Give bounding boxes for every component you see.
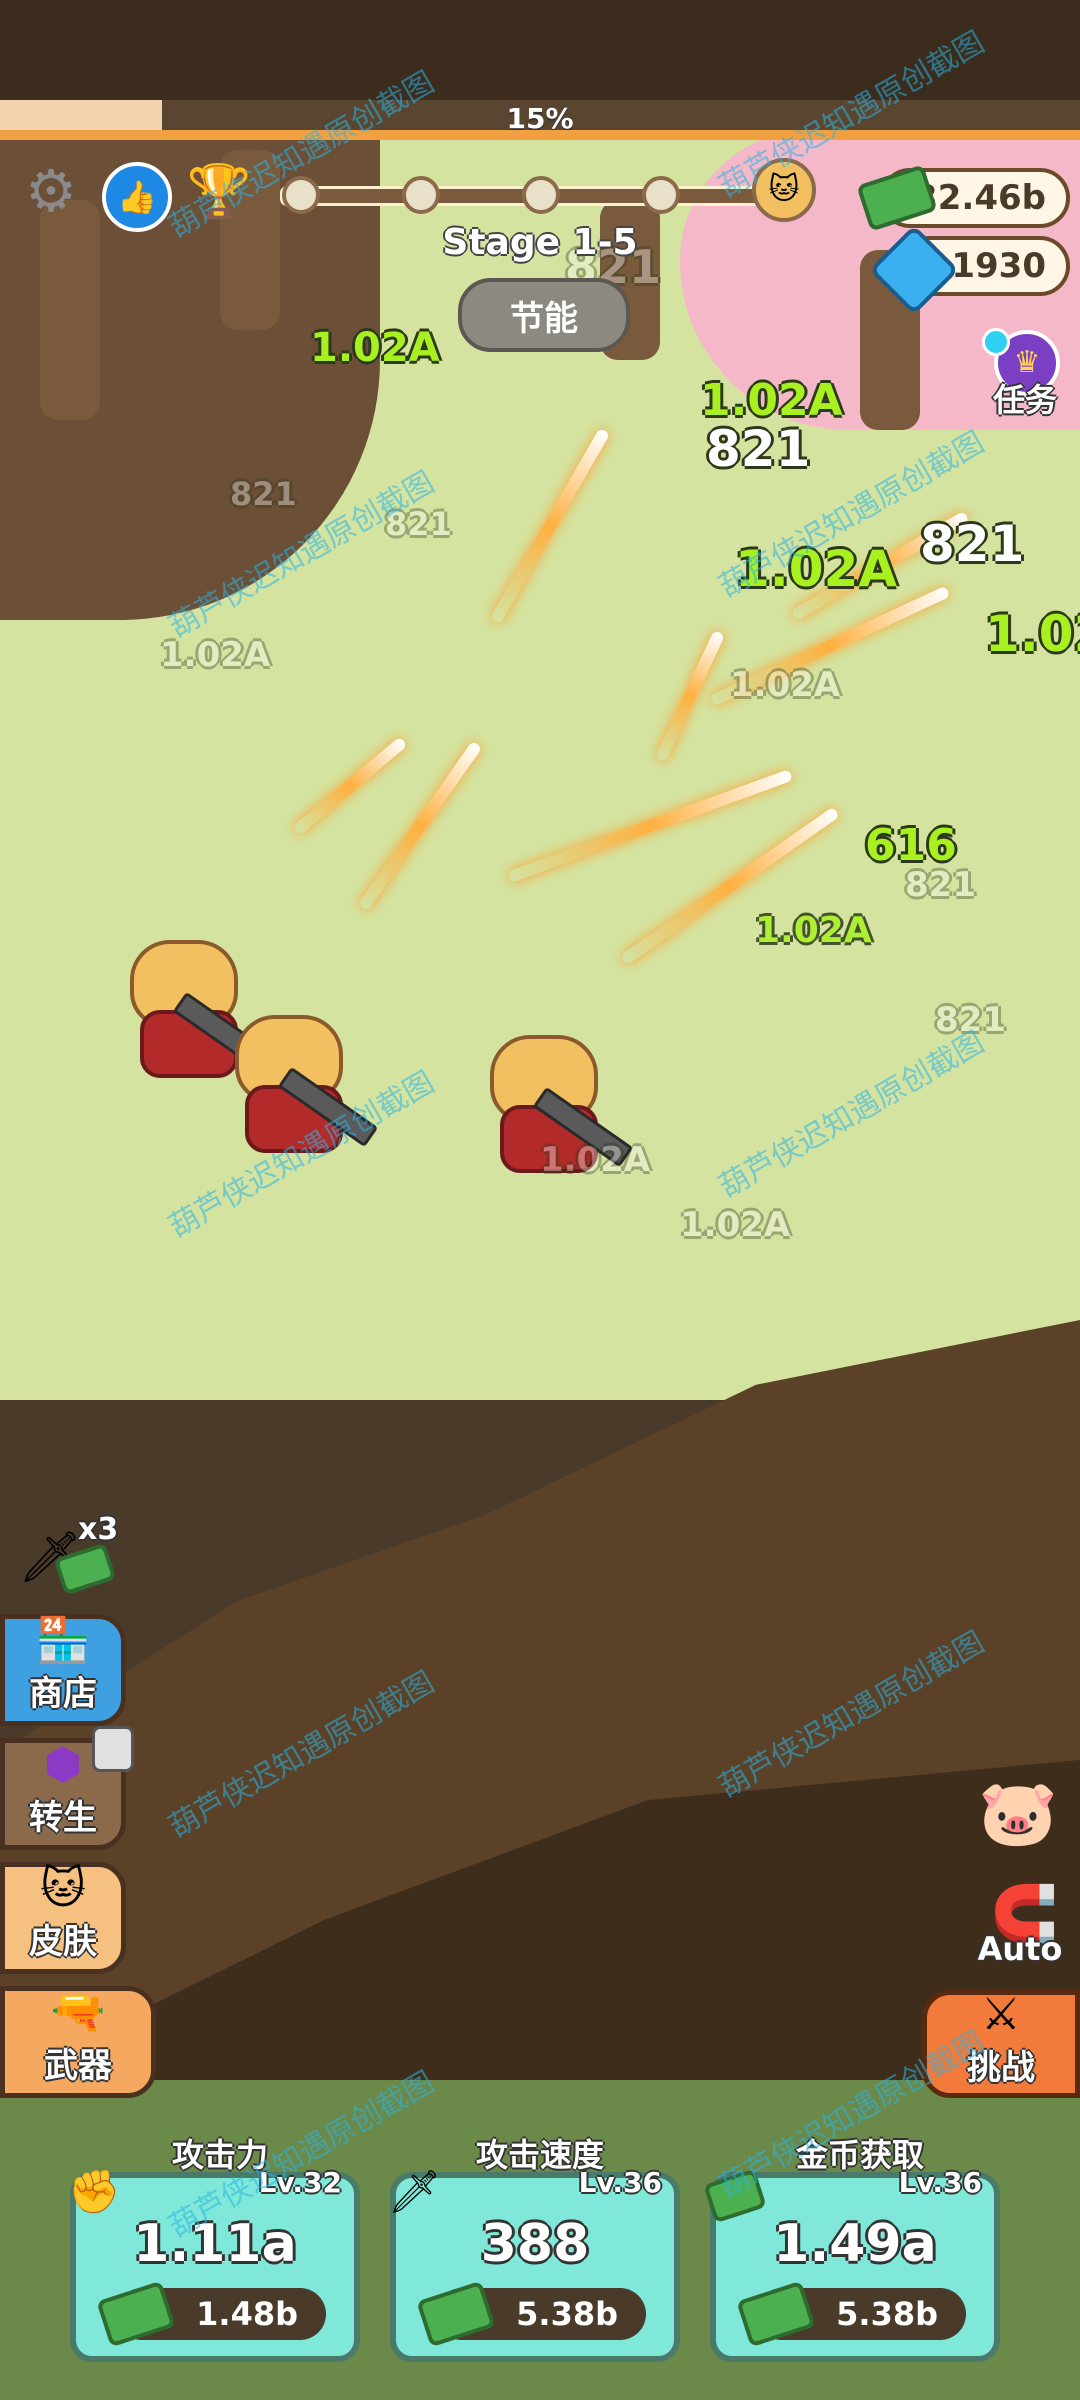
progress-divider — [0, 130, 1080, 140]
octagon-gem-icon: ⬢ — [43, 1739, 83, 1790]
upgrade-cost: 5.38b — [516, 2295, 618, 2333]
weapon-label: 武器 — [44, 2046, 112, 2086]
shop-label: 商店 — [29, 1674, 97, 1714]
upgrade-level: Lv.36 — [578, 2166, 662, 2199]
lock-icon — [92, 1726, 134, 1772]
cat-face-icon: 🐱 — [40, 1863, 86, 1914]
stage-node — [522, 176, 560, 214]
upgrade-cost: 5.38b — [836, 2295, 938, 2333]
stage-title: Stage 1-5 — [442, 222, 638, 263]
store-icon: 🏪 — [35, 1615, 91, 1666]
floating-coin-text: 1.02A — [680, 1205, 791, 1245]
piggy-bank-icon[interactable]: 🐷 — [976, 1776, 1060, 1860]
cat-gunner — [470, 1035, 634, 1173]
settings-gear-icon[interactable]: ⚙ — [20, 157, 82, 225]
floating-coin-text: 1.02A — [755, 910, 872, 951]
stage-node — [642, 176, 680, 214]
upgrade-value: 388 — [480, 2214, 590, 2274]
task-label[interactable]: 任务 — [975, 375, 1075, 421]
notification-dot-icon — [982, 328, 1010, 356]
auto-label[interactable]: Auto — [970, 1930, 1070, 1968]
floating-coin-text: 1.02A — [160, 635, 271, 675]
floating-coin-text: 1.02A — [730, 665, 841, 705]
crossed-swords-icon: ⚔ — [981, 1989, 1021, 2040]
floating-coin-text: 1.02A — [540, 1140, 651, 1180]
floating-damage-text: 821 — [230, 475, 297, 513]
sword-icon: 🗡 — [388, 2167, 442, 2216]
stage-node — [402, 176, 440, 214]
skin-button[interactable]: 🐱 皮肤 — [0, 1862, 126, 1974]
upgrade-value: 1.49a — [773, 2214, 937, 2274]
cat-gunner — [110, 940, 274, 1078]
attack-fist-icon: ✊ — [68, 2167, 121, 2216]
upgrade-level: Lv.36 — [898, 2166, 982, 2199]
rebirth-label: 转生 — [29, 1798, 97, 1838]
gem-value: 1930 — [951, 246, 1046, 286]
skin-label: 皮肤 — [29, 1922, 97, 1962]
floating-coin-text: 1.02A — [310, 325, 440, 371]
floating-damage-text: 821 — [905, 865, 976, 905]
floating-coin-text: 616 — [865, 820, 957, 871]
thumbs-up-icon[interactable]: 👍 — [102, 162, 172, 232]
shop-button[interactable]: 🏪 商店 — [0, 1614, 126, 1726]
upgrade-cost: 1.48b — [196, 2295, 298, 2333]
buff-multiplier: x3 — [78, 1512, 119, 1547]
energy-saving-button[interactable]: 节能 — [458, 278, 630, 352]
pistol-icon: 🔫 — [50, 1987, 106, 2038]
floating-damage-text: 821 — [920, 515, 1025, 573]
floating-coin-text: 1.02A — [700, 375, 843, 426]
tree-trunk — [40, 200, 100, 420]
floating-coin-text: 1.02 — [985, 605, 1080, 663]
weapon-button[interactable]: 🔫 武器 — [0, 1986, 156, 2098]
